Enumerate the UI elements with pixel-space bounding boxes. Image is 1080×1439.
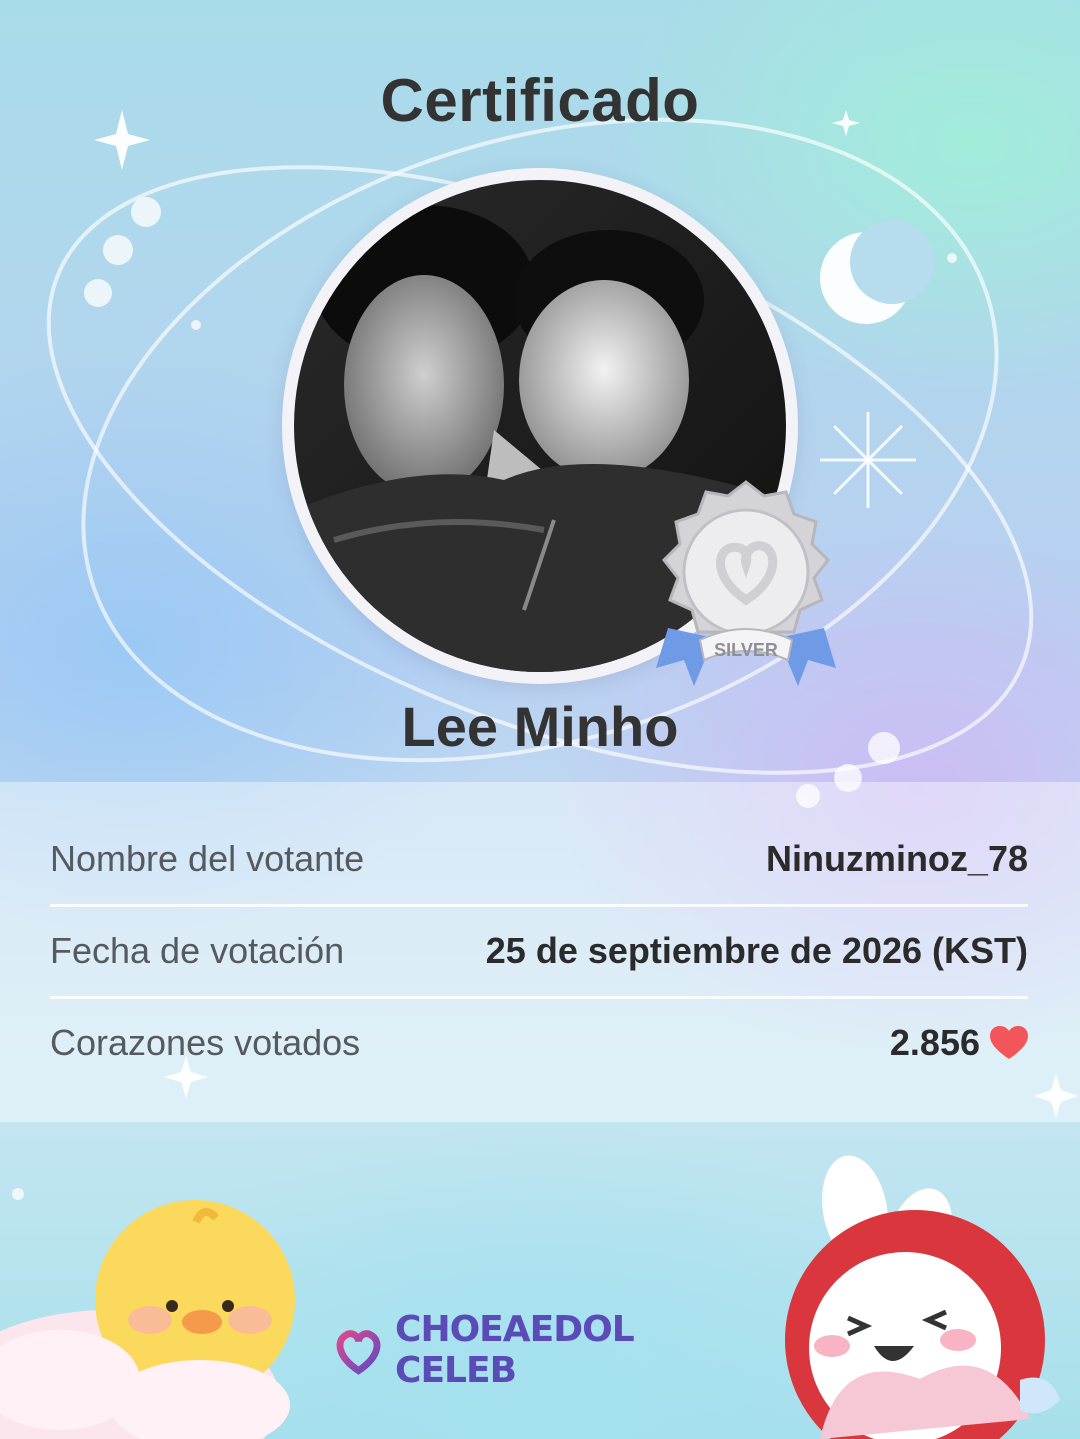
- brand-logo: CHOEAEDOL CELEB: [330, 1309, 760, 1391]
- vote-info-panel: Nombre del votante Ninuzminoz_78 Fecha d…: [0, 782, 1080, 1122]
- bunny-character: [785, 1155, 1060, 1439]
- vote-date-label: Fecha de votación: [50, 930, 345, 971]
- badge-label: SILVER: [714, 640, 778, 660]
- silver-badge: SILVER: [648, 478, 844, 703]
- heart-icon: [990, 1026, 1028, 1059]
- brand-name: CHOEAEDOL CELEB: [395, 1309, 635, 1391]
- certificate-title: Certificado: [380, 67, 700, 134]
- voter-name-label: Nombre del votante: [50, 838, 365, 879]
- certificate-card: Certificado SILVER Lee Minho Nombre del …: [0, 0, 1080, 1439]
- chick-character: [0, 1200, 295, 1439]
- vote-date-row: Fecha de votación 25 de septiembre de 20…: [50, 906, 1028, 999]
- brand-heart-icon: [335, 1330, 381, 1375]
- celebrity-name: Lee Minho: [401, 695, 679, 758]
- hearts-voted-value-wrap: 2.856: [890, 1022, 1028, 1064]
- hearts-voted-label: Corazones votados: [50, 1022, 361, 1063]
- voter-name-row: Nombre del votante Ninuzminoz_78: [50, 814, 1028, 907]
- hearts-voted-value: 2.856: [889, 1022, 980, 1063]
- voter-name-value: Ninuzminoz_78: [765, 838, 1028, 879]
- hearts-voted-row: Corazones votados 2.856: [50, 998, 1028, 1088]
- moon-icon: [820, 220, 934, 324]
- vote-date-value: 25 de septiembre de 2026 (KST): [485, 930, 1028, 971]
